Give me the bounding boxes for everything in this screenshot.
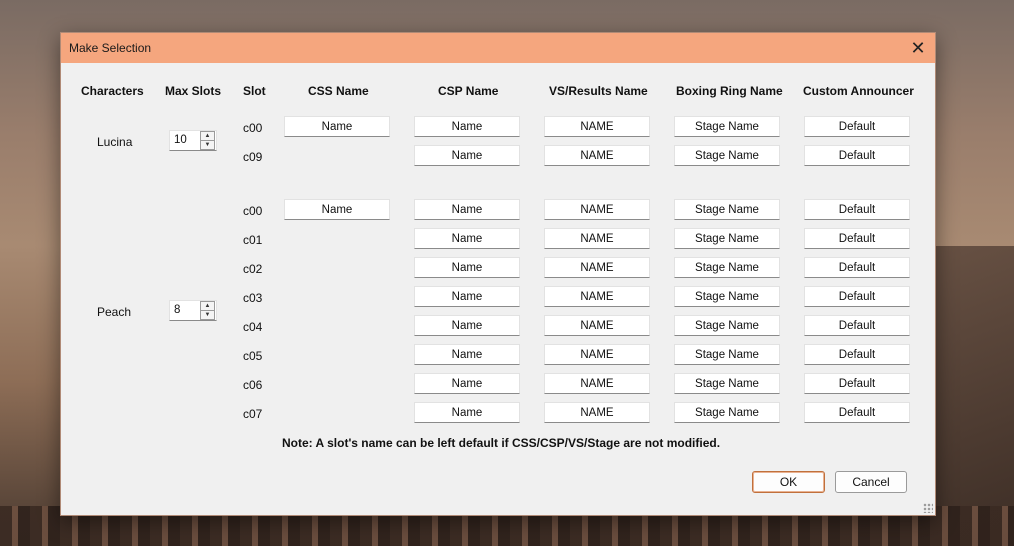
header-slot: Slot (243, 84, 266, 98)
slot-label: c00 (243, 121, 263, 135)
custom-announcer-field[interactable] (804, 286, 910, 307)
slot-label: c07 (243, 407, 263, 421)
spin-down-icon[interactable]: ▼ (200, 140, 215, 150)
close-button[interactable]: ✕ (901, 33, 935, 63)
slot-label: c03 (243, 291, 263, 305)
title-bar: Make Selection ✕ (61, 33, 935, 63)
header-boxing-ring-name: Boxing Ring Name (676, 84, 783, 98)
css-name-field[interactable] (284, 199, 390, 220)
custom-announcer-field[interactable] (804, 373, 910, 394)
csp-name-field[interactable] (414, 257, 520, 278)
character-name: Peach (97, 304, 132, 319)
vs-results-name-field[interactable] (544, 116, 650, 137)
vs-results-name-field[interactable] (544, 199, 650, 220)
slot-label: c01 (243, 233, 263, 247)
boxing-ring-name-field[interactable] (674, 315, 780, 336)
vs-results-name-field[interactable] (544, 315, 650, 336)
slot-label: c09 (243, 150, 263, 164)
slot-label: c02 (243, 262, 263, 276)
dialog-title: Make Selection (69, 41, 152, 55)
boxing-ring-name-field[interactable] (674, 257, 780, 278)
custom-announcer-field[interactable] (804, 116, 910, 137)
custom-announcer-field[interactable] (804, 199, 910, 220)
ok-button[interactable]: OK (752, 471, 825, 493)
close-icon: ✕ (910, 37, 926, 58)
slot-label: c00 (243, 204, 263, 218)
vs-results-name-field[interactable] (544, 373, 650, 394)
boxing-ring-name-field[interactable] (674, 199, 780, 220)
vs-results-name-field[interactable] (544, 402, 650, 423)
custom-announcer-field[interactable] (804, 257, 910, 278)
vs-results-name-field[interactable] (544, 344, 650, 365)
css-name-field[interactable] (284, 116, 390, 137)
vs-results-name-field[interactable] (544, 228, 650, 249)
slot-label: c04 (243, 320, 263, 334)
boxing-ring-name-field[interactable] (674, 373, 780, 394)
boxing-ring-name-field[interactable] (674, 116, 780, 137)
boxing-ring-name-field[interactable] (674, 402, 780, 423)
custom-announcer-field[interactable] (804, 228, 910, 249)
cancel-button[interactable]: Cancel (835, 471, 907, 493)
custom-announcer-field[interactable] (804, 145, 910, 166)
csp-name-field[interactable] (414, 116, 520, 137)
header-vs-results-name: VS/Results Name (549, 84, 648, 98)
resize-grip[interactable] (923, 503, 933, 513)
max-slots-input[interactable] (170, 300, 204, 320)
csp-name-field[interactable] (414, 286, 520, 307)
csp-name-field[interactable] (414, 145, 520, 166)
boxing-ring-name-field[interactable] (674, 228, 780, 249)
make-selection-dialog: Make Selection ✕ Characters Max Slots Sl… (60, 32, 936, 516)
slot-label: c06 (243, 378, 263, 392)
note-text: Note: A slot's name can be left default … (282, 436, 721, 450)
boxing-ring-name-field[interactable] (674, 286, 780, 307)
header-custom-announcer: Custom Announcer (803, 84, 914, 98)
csp-name-field[interactable] (414, 373, 520, 394)
vs-results-name-field[interactable] (544, 286, 650, 307)
csp-name-field[interactable] (414, 344, 520, 365)
vs-results-name-field[interactable] (544, 145, 650, 166)
spin-up-icon[interactable]: ▲ (200, 300, 215, 311)
vs-results-name-field[interactable] (544, 257, 650, 278)
header-css-name: CSS Name (308, 84, 369, 98)
header-max-slots: Max Slots (165, 84, 222, 98)
max-slots-input[interactable] (170, 130, 204, 150)
boxing-ring-name-field[interactable] (674, 145, 780, 166)
custom-announcer-field[interactable] (804, 402, 910, 423)
custom-announcer-field[interactable] (804, 315, 910, 336)
character-name: Lucina (97, 134, 133, 149)
csp-name-field[interactable] (414, 315, 520, 336)
spin-up-icon[interactable]: ▲ (200, 130, 215, 141)
csp-name-field[interactable] (414, 199, 520, 220)
header-csp-name: CSP Name (438, 84, 499, 98)
spinner-arrows: ▲ ▼ (200, 130, 215, 150)
csp-name-field[interactable] (414, 228, 520, 249)
spinner-arrows: ▲ ▼ (200, 300, 215, 320)
custom-announcer-field[interactable] (804, 344, 910, 365)
header-characters: Characters (81, 84, 144, 98)
spin-down-icon[interactable]: ▼ (200, 310, 215, 320)
boxing-ring-name-field[interactable] (674, 344, 780, 365)
max-slots-spinner[interactable]: ▲▼ (169, 129, 217, 151)
max-slots-spinner[interactable]: ▲▼ (169, 299, 217, 321)
csp-name-field[interactable] (414, 402, 520, 423)
slot-label: c05 (243, 349, 263, 363)
